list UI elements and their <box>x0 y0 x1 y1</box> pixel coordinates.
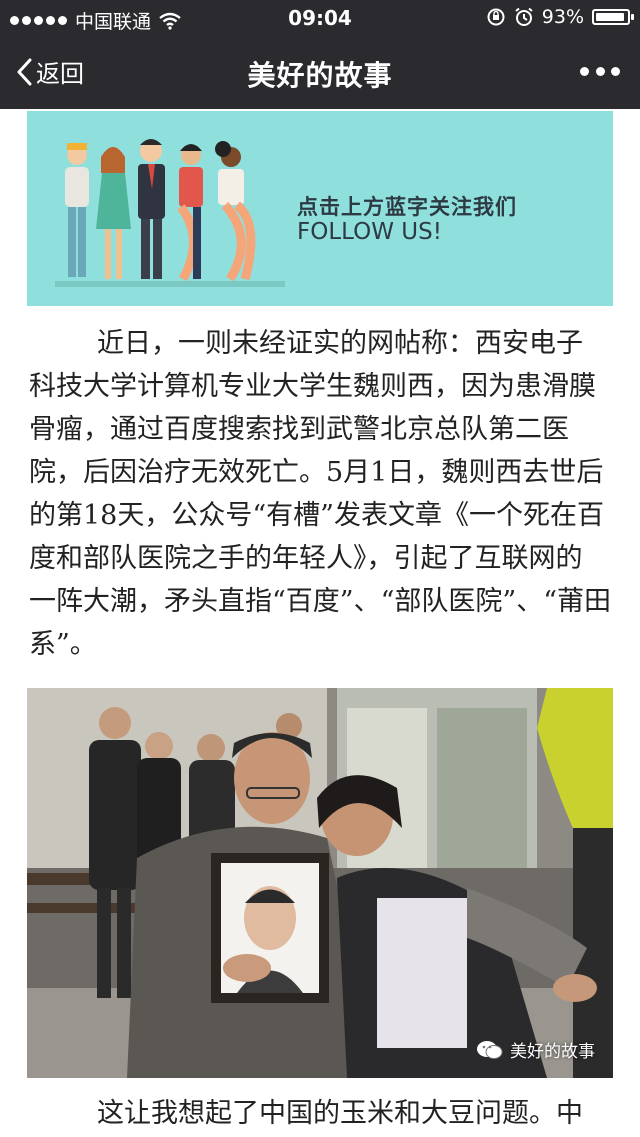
follow-banner[interactable]: 点击上方蓝字关注我们 FOLLOW US! <box>27 111 613 306</box>
rotation-lock-icon <box>487 8 505 26</box>
article-paragraph: 近日，一则未经证实的网帖称：西安电子 科技大学计算机专业大学生魏则西，因为患滑膜… <box>29 322 612 666</box>
people-illustration <box>55 139 285 287</box>
text-line: 的第18天，公众号“有槽”发表文章《一个死在百 <box>29 500 604 531</box>
text-line: 这让我想起了中国的玉米和大豆问题。中 <box>97 1098 583 1129</box>
text-line: 骨瘤，通过百度搜索找到武警北京总队第二医 <box>29 414 569 445</box>
watermark-label: 美好的故事 <box>510 1042 595 1062</box>
more-options-icon[interactable] <box>580 56 620 86</box>
battery-icon <box>592 9 634 25</box>
text-line: 院，后因治疗无效死亡。5月1日，魏则西去世后 <box>29 457 604 488</box>
alarm-icon <box>515 7 533 26</box>
photo-watermark: 美好的故事 <box>476 1037 595 1062</box>
text-line: 度和部队医院之手的年轻人》，引起了互联网的 <box>29 543 583 574</box>
battery-percent: 93% <box>541 6 584 28</box>
nav-bar: 返回 美好的故事 <box>0 36 640 109</box>
article-photo[interactable]: 美好的故事 <box>27 688 613 1078</box>
text-line: 一阵大潮，矛头直指“百度”、“部队医院”、“莆田 <box>29 586 612 617</box>
text-line: 系”。 <box>29 629 97 660</box>
article-paragraph: 这让我想起了中国的玉米和大豆问题。中 <box>29 1092 607 1135</box>
photo-image <box>27 688 613 1078</box>
battery-fill <box>596 13 624 21</box>
follow-text-cn: 点击上方蓝字关注我们 <box>297 195 517 219</box>
text-line: 近日，一则未经证实的网帖称：西安电子 <box>97 328 583 359</box>
status-bar: 中国联通 09:04 93% <box>0 0 640 36</box>
page-title: 美好的故事 <box>247 59 393 92</box>
text-line: 科技大学计算机专业大学生魏则西，因为患滑膜 <box>29 371 596 402</box>
follow-text-en: FOLLOW US! <box>297 219 442 245</box>
wechat-icon <box>477 1040 503 1059</box>
status-right: 93% <box>486 6 634 28</box>
